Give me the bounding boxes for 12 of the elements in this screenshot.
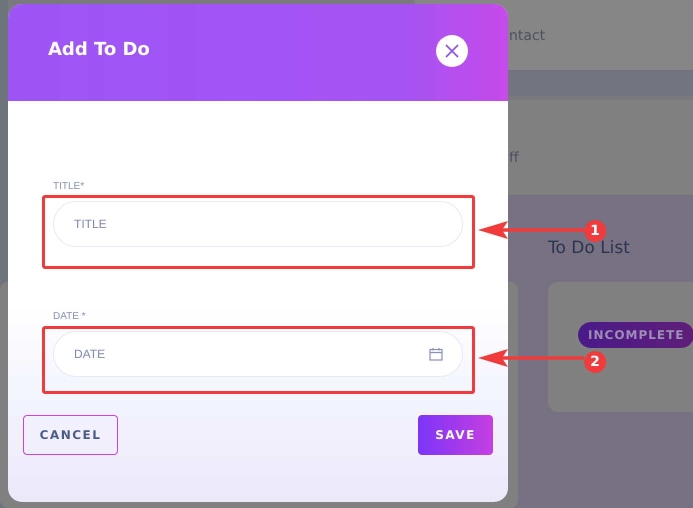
dialog-title: Add To Do xyxy=(48,39,150,60)
close-button[interactable] xyxy=(436,34,468,66)
calendar-icon[interactable] xyxy=(429,347,443,361)
close-icon xyxy=(444,42,460,58)
field-label: TITLE* xyxy=(53,181,86,194)
status-badge: INCOMPLETE xyxy=(578,322,693,348)
save-button[interactable]: SAVE xyxy=(418,415,493,455)
card-text: ntact xyxy=(509,28,546,44)
date-field[interactable]: DATE xyxy=(53,331,463,377)
field-label: DATE * xyxy=(53,311,87,324)
input-field[interactable]: TITLE xyxy=(53,201,463,247)
cancel-button[interactable]: CANCEL xyxy=(23,415,118,455)
